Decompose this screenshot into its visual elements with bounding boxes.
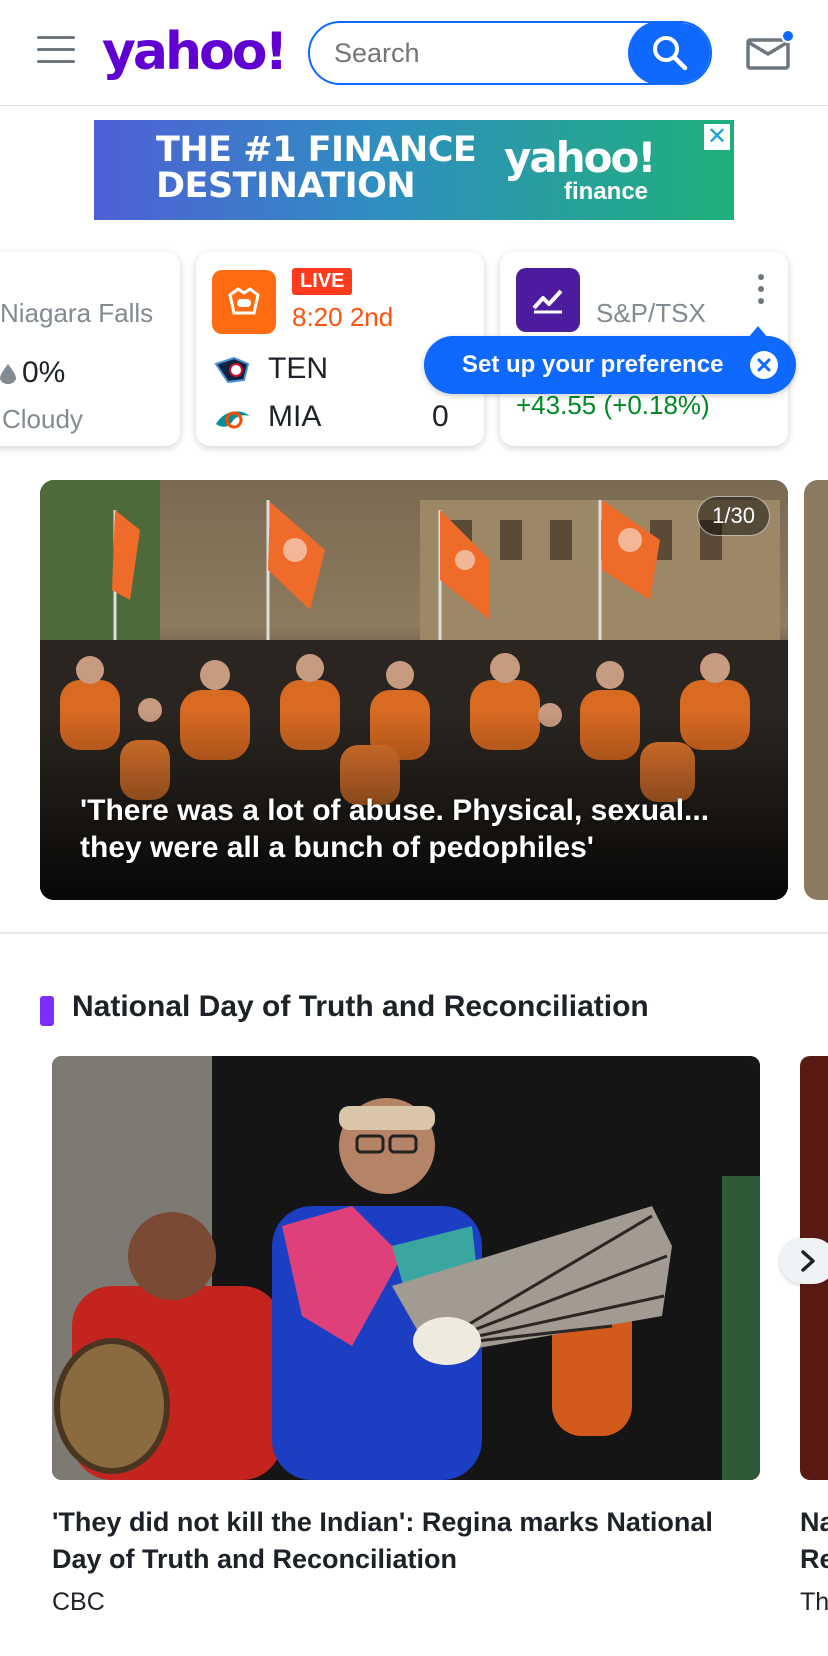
next-hero-story-peek[interactable] — [804, 480, 828, 900]
ad-headline-line1: THE #1 FINANCE — [156, 130, 477, 170]
weather-city: Niagara Falls — [0, 298, 154, 328]
tooltip-label: Set up your preference — [462, 351, 724, 378]
yahoo-logo[interactable]: yahoo! — [102, 22, 288, 82]
hero-headline[interactable]: 'There was a lot of abuse. Physical, sex… — [80, 792, 740, 866]
top-header: yahoo! — [0, 0, 828, 106]
tooltip-close-icon[interactable] — [750, 351, 778, 379]
section-title[interactable]: National Day of Truth and Reconciliation — [72, 990, 649, 1024]
mail-icon[interactable] — [744, 30, 794, 74]
ad-brand-logo: yahoo! — [504, 133, 656, 182]
search-input[interactable] — [334, 23, 614, 83]
market-index-name: S&P/TSX — [596, 298, 706, 328]
search-button[interactable] — [628, 23, 710, 83]
section-divider — [0, 932, 828, 934]
carousel-next-button[interactable] — [780, 1238, 828, 1284]
hamburger-menu-icon[interactable] — [37, 36, 75, 66]
stock-chart-icon — [516, 268, 580, 332]
story-source: CBC — [52, 1588, 105, 1616]
story-headline[interactable]: 'They did not kill the Indian': Regina m… — [52, 1504, 760, 1578]
story-photo — [52, 1056, 760, 1480]
story-image[interactable] — [52, 1056, 760, 1480]
away-team-score: 0 — [432, 400, 449, 433]
live-badge: LIVE — [292, 268, 353, 295]
ad-close-icon[interactable]: ✕ — [704, 124, 730, 150]
peek-story-headline[interactable]: Na Re — [800, 1504, 828, 1578]
search-bar — [308, 21, 712, 85]
hero-story-card[interactable]: 1/30 'There was a lot of abuse. Physical… — [40, 480, 788, 900]
away-team-name: MIA — [268, 400, 322, 433]
preference-tooltip[interactable]: Set up your preference — [424, 326, 796, 394]
raindrop-icon — [0, 364, 16, 384]
weather-card[interactable]: Niagara Falls 0% Cloudy — [0, 252, 180, 446]
football-helmet-icon — [212, 270, 276, 334]
market-change: +43.55 (+0.18%) — [516, 390, 710, 420]
weather-precip-value: 0% — [22, 356, 66, 389]
more-options-icon[interactable] — [758, 274, 766, 308]
ad-brand-sub: finance — [564, 178, 649, 205]
weather-precip: 0% — [0, 356, 65, 390]
search-icon — [653, 36, 688, 71]
section-accent-bar — [40, 996, 54, 1026]
ad-headline: THE #1 FINANCE DESTINATION — [156, 130, 477, 206]
ad-headline-line2: DESTINATION — [156, 166, 416, 206]
home-team-name: TEN — [268, 352, 328, 385]
titans-logo-icon — [214, 356, 250, 384]
team-row-away: MIA 0 — [214, 398, 474, 438]
carousel-counter: 1/30 — [697, 496, 770, 536]
chevron-right-icon — [801, 1250, 815, 1272]
dolphins-logo-icon — [216, 411, 250, 429]
finance-ad-banner[interactable]: THE #1 FINANCE DESTINATION yahoo! financ… — [94, 120, 734, 220]
peek-story-source: Th — [800, 1588, 828, 1616]
weather-condition: Cloudy — [2, 404, 83, 434]
game-clock: 8:20 2nd — [292, 302, 394, 332]
